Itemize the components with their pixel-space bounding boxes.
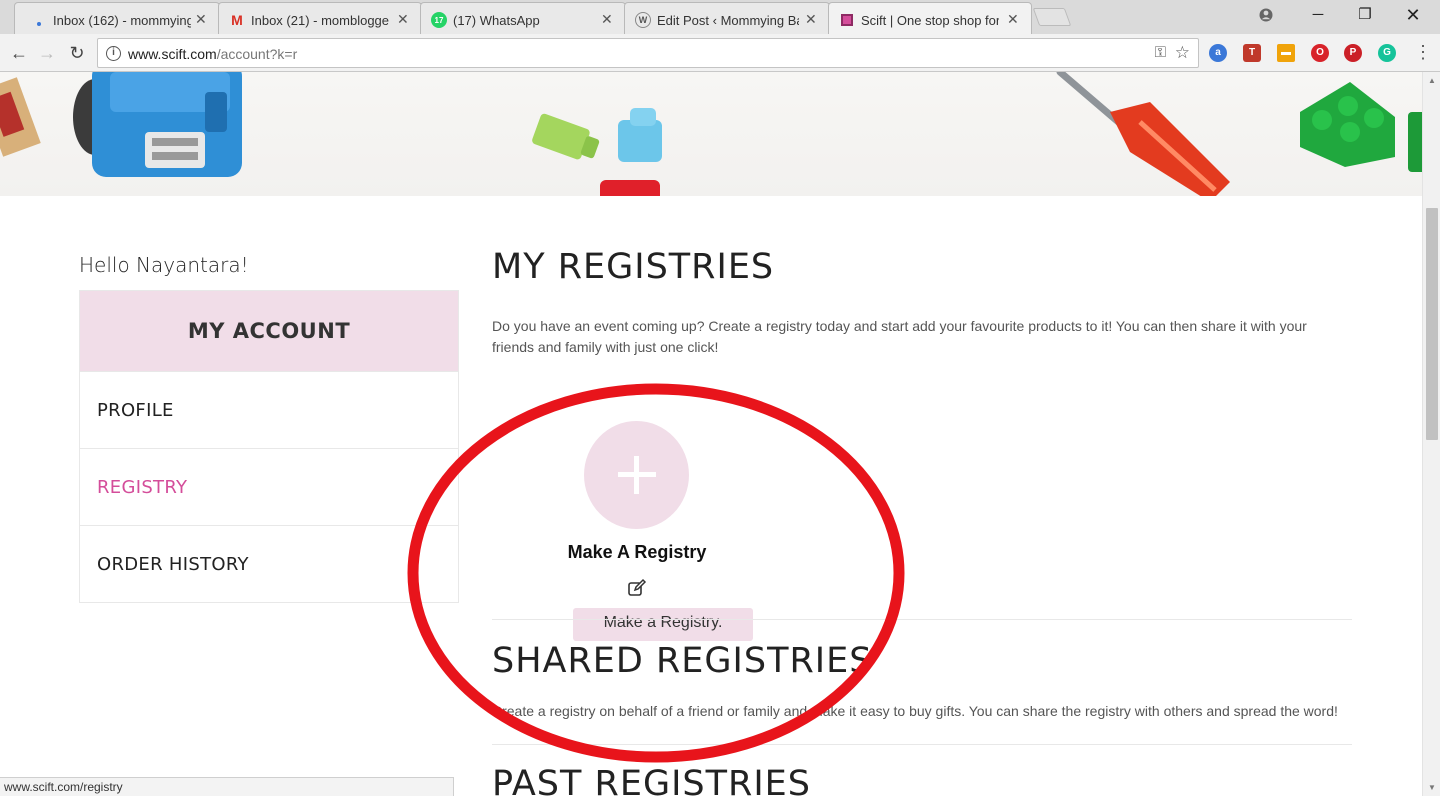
account-sidebar: MY ACCOUNT PROFILE REGISTRY ORDER HISTOR… — [79, 290, 459, 603]
browser-tab[interactable]: W Edit Post ‹ Mommying Ba ✕ — [624, 2, 830, 34]
close-tab-icon[interactable]: ✕ — [397, 11, 409, 27]
section-divider — [492, 744, 1352, 745]
past-registries-title: PAST REGISTRIES — [492, 764, 811, 796]
browser-menu-icon[interactable]: ⋮ — [1414, 42, 1432, 62]
minimize-icon[interactable]: ─ — [1295, 4, 1341, 26]
scroll-down-icon[interactable]: ▼ — [1428, 783, 1436, 792]
section-divider — [492, 619, 1352, 620]
site-info-icon[interactable]: i — [106, 46, 121, 61]
address-bar[interactable]: i www.scift.com/account?k=r ⚿ ☆ — [97, 38, 1199, 68]
tab-title: Edit Post ‹ Mommying Ba — [657, 12, 799, 28]
close-tab-icon[interactable]: ✕ — [601, 11, 613, 27]
opera-icon[interactable]: O — [1311, 44, 1329, 62]
add-registry-button[interactable] — [584, 421, 689, 529]
notes-icon[interactable]: ▬ — [1277, 44, 1295, 62]
greeting-text: Hello Nayantara! — [79, 253, 249, 277]
hero-banner — [0, 72, 1422, 196]
key-icon[interactable]: ⚿ — [1155, 44, 1166, 61]
sidebar-item-profile[interactable]: PROFILE — [80, 371, 458, 448]
reload-icon[interactable]: ↻ — [64, 40, 90, 66]
green-block-image — [532, 113, 600, 160]
grammarly-icon[interactable]: G — [1378, 44, 1396, 62]
bookmark-star-icon[interactable]: ☆ — [1175, 43, 1190, 63]
app-a-icon[interactable]: a — [1209, 44, 1227, 62]
wooden-toy-image — [0, 77, 41, 157]
shared-registries-description: Create a registry on behalf of a friend … — [492, 703, 1338, 719]
tab-title: (17) WhatsApp — [453, 12, 540, 28]
address-url[interactable]: www.scift.com/account?k=r — [128, 46, 297, 62]
blue-toy-image — [73, 72, 242, 177]
edit-icon[interactable] — [627, 578, 647, 598]
shared-registries-title: SHARED REGISTRIES — [492, 641, 873, 681]
tab-title: Inbox (21) - momblogge — [251, 12, 390, 28]
browser-tab[interactable]: Inbox (162) - mommying ✕ — [14, 2, 220, 34]
close-window-icon[interactable]: ✕ — [1390, 4, 1436, 26]
restore-icon[interactable]: ❐ — [1342, 4, 1388, 26]
my-registries-description: Do you have an event coming up? Create a… — [492, 318, 1307, 355]
browser-tab-active[interactable]: Scift | One stop shop for ✕ — [828, 2, 1032, 34]
toys-banner-image — [0, 72, 1422, 196]
make-registry-tooltip: Make a Registry. — [573, 608, 753, 641]
sidebar-item-order-history[interactable]: ORDER HISTORY — [80, 525, 458, 602]
page-scrollbar[interactable]: ▲ ▼ — [1422, 72, 1440, 796]
my-registries-title: MY REGISTRIES — [492, 247, 775, 287]
my-account-header: MY ACCOUNT — [80, 291, 458, 371]
tab-title: Inbox (162) - mommying — [53, 12, 191, 28]
make-registry-label[interactable]: Make A Registry — [492, 542, 782, 563]
translate-icon[interactable]: T — [1243, 44, 1261, 62]
plus-icon-vertical — [634, 456, 639, 494]
scrollbar-thumb[interactable] — [1426, 208, 1438, 440]
url-domain: www.scift.com — [128, 46, 217, 62]
browser-toolbar: ← → ↻ i www.scift.com/account?k=r ⚿ ☆ a … — [0, 34, 1440, 72]
tab-strip: Inbox (162) - mommying ✕ M Inbox (21) - … — [0, 0, 1440, 34]
page-content: Hello Nayantara! MY ACCOUNT PROFILE REGI… — [0, 72, 1422, 796]
profile-icon[interactable] — [1243, 4, 1289, 29]
gift-icon — [839, 12, 855, 28]
wordpress-icon: W — [635, 12, 651, 28]
screwdriver-image — [1056, 72, 1230, 196]
close-tab-icon[interactable]: ✕ — [195, 11, 207, 27]
sidebar-item-registry[interactable]: REGISTRY — [80, 448, 458, 525]
pinterest-icon[interactable]: P — [1344, 44, 1362, 62]
close-tab-icon[interactable]: ✕ — [805, 11, 817, 27]
browser-tab[interactable]: M Inbox (21) - momblogge ✕ — [218, 2, 422, 34]
back-arrow-icon[interactable]: ← — [6, 40, 32, 66]
red-block-image — [600, 180, 660, 196]
scroll-up-icon[interactable]: ▲ — [1428, 76, 1436, 85]
whatsapp-icon: 17 — [431, 12, 447, 28]
close-tab-icon[interactable]: ✕ — [1007, 11, 1019, 27]
gmail-blue-icon — [31, 12, 47, 28]
browser-tab[interactable]: 17 (17) WhatsApp ✕ — [420, 2, 626, 34]
gmail-icon: M — [231, 12, 243, 28]
url-path: /account?k=r — [216, 46, 298, 62]
forward-arrow-icon[interactable]: → — [34, 40, 60, 66]
new-tab-button[interactable] — [1032, 8, 1072, 26]
status-bar-url: www.scift.com/registry — [0, 777, 454, 796]
blue-block-image — [618, 108, 662, 162]
tab-title: Scift | One stop shop for — [861, 12, 999, 28]
green-lego-image — [1300, 82, 1422, 172]
